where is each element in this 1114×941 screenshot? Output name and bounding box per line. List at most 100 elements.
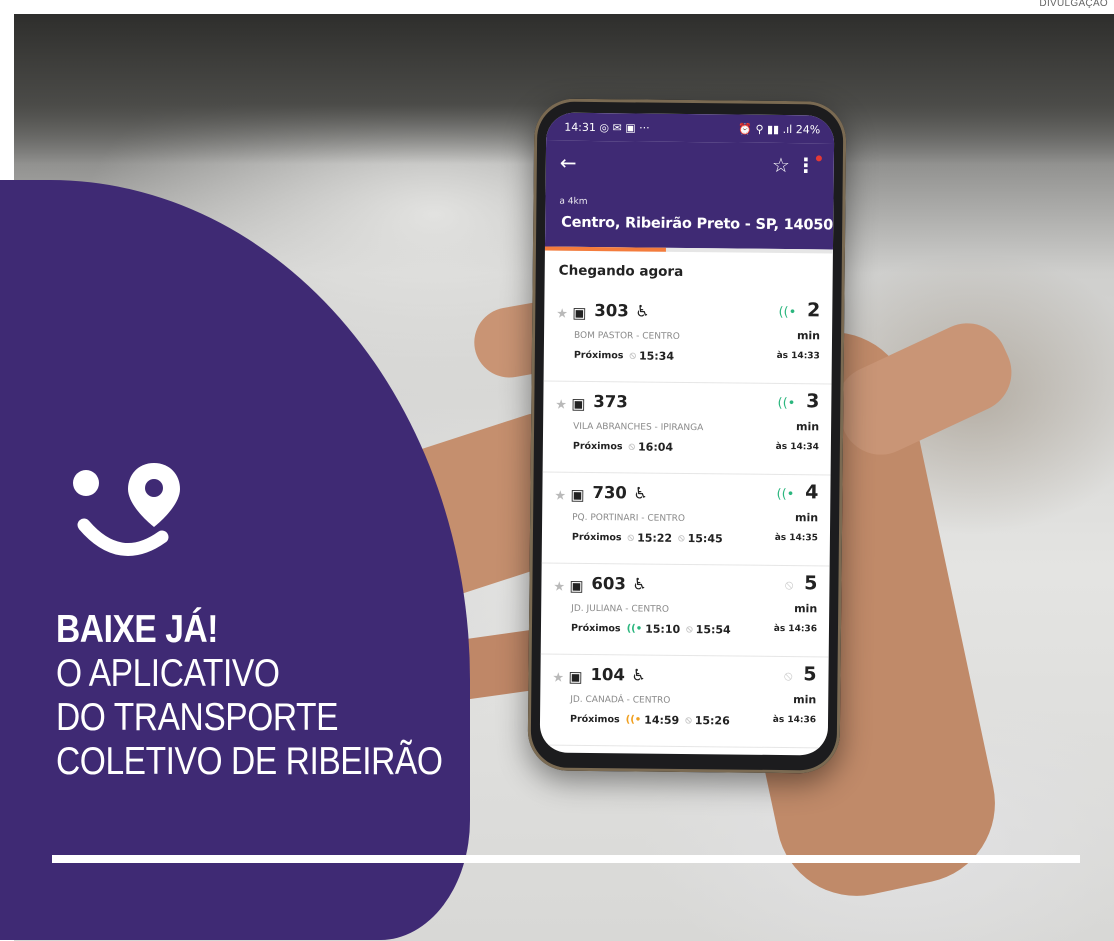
live-signal-icon: ((•: [778, 304, 797, 321]
eta-unit: min: [793, 693, 817, 707]
bus-line-number: 104: [590, 665, 626, 685]
arrival-list: ★ ▣ 303 ♿ BOM PASTOR - CENTRO Próximos ⦸ 15:34(…: [539, 290, 833, 749]
stop-distance: a 4km: [559, 196, 588, 207]
app-logo-icon: [73, 463, 180, 556]
divider-line: [52, 855, 1080, 863]
route-name: VILA ABRANCHES - IPIRANGA: [573, 421, 704, 434]
time-value: 15:54: [695, 623, 731, 637]
arrival-card[interactable]: ★ ▣ 603 ♿ JD. JULIANA - CENTRO Próximos ((• 15:…: [540, 563, 830, 658]
bus-icon: ▣: [571, 394, 586, 413]
section-title: Chegando agora: [558, 262, 684, 280]
next-time: ⦸ 15:54: [686, 623, 731, 636]
right-thumb: [823, 310, 1025, 468]
live-signal-icon: ((•: [777, 395, 796, 412]
arrival-card[interactable]: ★ ▣ 373 VILA ABRANCHES - IPIRANGA Próximos ⦸ 1…: [542, 381, 832, 476]
time-value: 15:34: [638, 349, 675, 363]
stop-address: Centro, Ribeirão Preto - SP, 14050-: [561, 214, 835, 234]
live-signal-icon: ((•: [626, 623, 643, 635]
no-signal-icon: ⦸: [686, 624, 693, 636]
status-bar: 14:31 ◎ ✉ ▣ ··· ⏰ ⚲ ▮▮ .ıl 24%: [546, 112, 835, 144]
arrival-time: às 14:35: [774, 532, 818, 544]
live-signal-icon: ((•: [625, 714, 642, 726]
arrival-card[interactable]: ★ ▣ 303 ♿ BOM PASTOR - CENTRO Próximos ⦸ 15:34 (…: [543, 290, 833, 385]
status-time: 14:31: [564, 120, 597, 134]
overflow-menu-icon[interactable]: ⋮: [796, 153, 816, 177]
favorite-star-icon[interactable]: ☆: [772, 153, 790, 177]
time-value: 14:59: [644, 713, 680, 727]
back-arrow-icon[interactable]: ←: [560, 151, 577, 175]
favorite-star-icon[interactable]: ★: [554, 489, 566, 504]
next-departures: Próximos ⦸ 15:22 ⦸ 15:45: [571, 531, 723, 545]
next-departures: Próximos ((• 15:10 ⦸ 15:54: [571, 622, 731, 637]
no-signal-icon: ⦸: [678, 532, 685, 544]
next-label: Próximos: [572, 440, 623, 453]
eta-unit: min: [795, 511, 819, 525]
arrival-card[interactable]: ★ ▣ 104 ♿ JD. CANADÁ - CENTRO Próximos ((• 14:5…: [539, 654, 829, 749]
favorite-star-icon[interactable]: ★: [556, 307, 568, 322]
eta-unit: min: [796, 329, 821, 343]
route-name: JD. CANADÁ - CENTRO: [570, 694, 671, 706]
favorite-star-icon[interactable]: ★: [553, 580, 565, 595]
wheelchair-icon: ♿: [635, 301, 650, 321]
bus-line-number: 603: [591, 574, 627, 594]
next-time: ⦸ 16:04: [628, 440, 673, 453]
bus-icon: ▣: [569, 576, 584, 595]
bus-line-number: 373: [593, 392, 628, 412]
status-left-icons: ◎ ✉ ▣ ···: [599, 120, 650, 135]
next-departures: Próximos ⦸ 16:04: [572, 440, 673, 453]
headline-bold: BAIXE JÁ!: [56, 608, 219, 651]
next-label: Próximos: [569, 713, 620, 726]
wheelchair-icon: ♿: [631, 665, 646, 685]
next-time: ((• 15:10: [627, 622, 681, 636]
phone-screen: 14:31 ◎ ✉ ▣ ··· ⏰ ⚲ ▮▮ .ıl 24% ← ☆ ⋮ a 4…: [539, 112, 835, 756]
time-value: 15:10: [645, 622, 681, 636]
next-time: ⦸ 15:34: [629, 349, 674, 362]
favorite-star-icon[interactable]: ★: [552, 671, 564, 686]
status-right-icons: ⏰ ⚲ ▮▮ .ıl: [738, 122, 793, 136]
bus-line-number: 730: [592, 483, 627, 503]
no-signal-icon: ⦸: [628, 441, 636, 453]
no-signal-icon: ⦸: [784, 578, 794, 594]
bus-icon: ▣: [572, 303, 587, 322]
arrival-time: às 14:36: [772, 714, 817, 726]
next-time: ⦸ 15:45: [678, 532, 723, 545]
notification-dot: [815, 155, 822, 162]
headline-line-2: DO TRANSPORTE: [56, 696, 339, 739]
route-name: PQ. PORTINARI - CENTRO: [572, 512, 685, 524]
next-time: ⦸ 15:26: [685, 714, 730, 727]
bus-icon: ▣: [570, 485, 585, 504]
eta-minutes: 4: [805, 481, 819, 504]
next-label: Próximos: [570, 622, 621, 635]
bus-icon: ▣: [568, 667, 583, 686]
promo-headline: BAIXE JÁ! O APLICATIVO DO TRANSPORTE COL…: [56, 608, 443, 784]
next-time: ((• 14:59: [626, 713, 680, 727]
live-signal-icon: ((•: [776, 486, 795, 503]
no-signal-icon: ⦸: [627, 532, 635, 544]
route-name: JD. JULIANA - CENTRO: [571, 603, 670, 615]
arrival-time: às 14:34: [775, 441, 819, 453]
wheelchair-icon: ♿: [632, 574, 647, 594]
battery-level: 24%: [795, 122, 821, 136]
no-signal-icon: ⦸: [685, 714, 692, 727]
phone: 14:31 ◎ ✉ ▣ ··· ⏰ ⚲ ▮▮ .ıl 24% ← ☆ ⋮ a 4…: [527, 98, 847, 774]
arrival-time: às 14:36: [773, 623, 818, 635]
next-label: Próximos: [573, 349, 624, 362]
headline-line-3: COLETIVO DE RIBEIRÃO: [56, 740, 443, 783]
wheelchair-icon: ♿: [633, 483, 648, 503]
arrival-card[interactable]: ★ ▣ 730 ♿ PQ. PORTINARI - CENTRO Próximos ⦸ 15:…: [541, 472, 831, 567]
favorite-star-icon[interactable]: ★: [555, 398, 567, 413]
headline-line-1: O APLICATIVO: [56, 652, 280, 695]
eta-unit: min: [794, 602, 818, 616]
time-value: 15:22: [637, 531, 673, 545]
status-right: ⏰ ⚲ ▮▮ .ıl 24%: [738, 122, 820, 136]
no-signal-icon: ⦸: [783, 669, 793, 685]
no-signal-icon: ⦸: [629, 350, 637, 362]
arrival-time: às 14:33: [776, 350, 820, 362]
next-time: ⦸ 15:22: [628, 531, 673, 544]
eta-minutes: 5: [804, 572, 818, 595]
route-name: BOM PASTOR - CENTRO: [573, 330, 680, 342]
status-left: 14:31 ◎ ✉ ▣ ···: [564, 120, 650, 134]
app-header: ← ☆ ⋮ a 4km Centro, Ribeirão Preto - SP,…: [544, 140, 835, 250]
next-label: Próximos: [571, 531, 622, 544]
time-value: 16:04: [637, 440, 674, 454]
